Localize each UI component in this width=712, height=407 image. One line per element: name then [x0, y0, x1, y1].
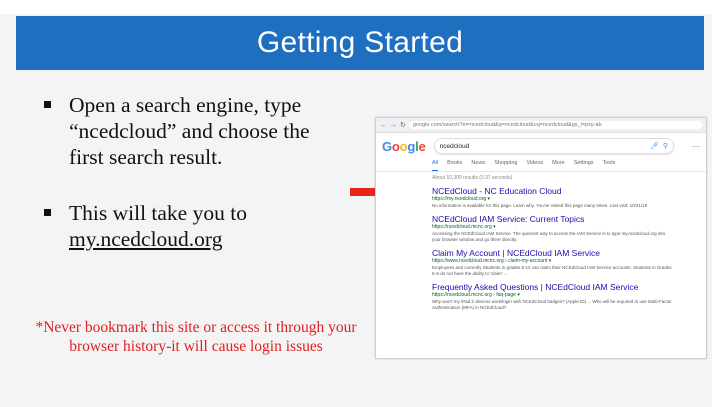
tab-more: More [552, 160, 565, 166]
result-url: https://ncedcloud.mcnc.org ▾ [432, 224, 496, 230]
google-logo: Google [382, 138, 426, 154]
bullet-square-icon [44, 101, 51, 108]
bullet-text: This will take you to my.ncedcloud.org [69, 200, 247, 252]
ncedcloud-link[interactable]: my.ncedcloud.org [69, 227, 222, 251]
search-query: ncedcloud [439, 142, 470, 150]
search-box: ncedcloud 🎤︎ ⚲ [433, 138, 674, 154]
slide-title: Getting Started [256, 26, 464, 59]
bullet-item: Open a search engine, type “ncedcloud” a… [44, 92, 344, 170]
result-snippet: Accessing the NCEdCloud IAM Service. The… [432, 231, 666, 242]
tab-news: News [471, 160, 486, 166]
tab-settings: Settings [573, 160, 594, 166]
search-result: NCEdCloud IAM Service: Current Topics ht… [376, 209, 672, 243]
result-url: https://www.ncedcloud.mcnc.org › claim-m… [432, 258, 552, 264]
search-result: Frequently Asked Questions | NCEdCloud I… [376, 277, 672, 311]
tab-tools: Tools [602, 160, 616, 166]
search-result: NCEdCloud - NC Education Cloud https://m… [376, 181, 672, 209]
forward-icon: → [390, 121, 397, 129]
result-title: Claim My Account | NCEdCloud IAM Service [432, 248, 601, 258]
browser-address-bar: ← → ↻ google.com/search?ei=ncedcloud&q=n… [376, 118, 706, 133]
google-header: Google ncedcloud 🎤︎ ⚲ ⋯ [376, 133, 706, 154]
result-url: https://ncedcloud.mcnc.org › faq-page ▾ [432, 292, 520, 298]
result-title: NCEdCloud IAM Service: Current Topics [432, 214, 585, 224]
bullet-list: Open a search engine, type “ncedcloud” a… [44, 92, 344, 252]
result-snippet: Employees and currently Students in grad… [432, 265, 672, 276]
bullet-square-icon [44, 209, 51, 216]
result-title: NCEdCloud - NC Education Cloud [432, 186, 562, 196]
google-results-screenshot: ← → ↻ google.com/search?ei=ncedcloud&q=n… [375, 117, 707, 359]
bullet-text: Open a search engine, type “ncedcloud” a… [69, 93, 310, 169]
result-snippet: Why won't my iPad 2 devices work/login w… [432, 299, 672, 310]
tab-shopping: Shopping [494, 160, 518, 166]
search-icon: ⚲ [662, 143, 668, 150]
warning-note: *Never bookmark this site or access it t… [35, 319, 357, 355]
result-url: https://my.ncedcloud.org ▾ [432, 196, 491, 202]
apps-grid-icon: ⋯ [692, 141, 700, 151]
mic-icon: 🎤︎ [649, 143, 659, 150]
tab-books: Books [447, 160, 463, 166]
bullet-prefix: This will take you to [69, 201, 247, 225]
url-text: google.com/search?ei=ncedcloud&q=ncedclo… [408, 121, 702, 129]
tab-videos: Videos [526, 160, 544, 166]
back-icon: ← [380, 121, 387, 129]
slide: Getting Started Open a search engine, ty… [0, 0, 712, 407]
search-result: Claim My Account | NCEdCloud IAM Service… [376, 243, 672, 277]
search-tabs: All Books News Shopping Videos More Sett… [376, 154, 706, 172]
bullet-item: This will take you to my.ncedcloud.org [44, 200, 344, 252]
top-band [0, 0, 712, 14]
result-stats: About 10,300 results (0.37 seconds) [432, 175, 513, 181]
tab-all: All [432, 160, 439, 171]
reload-icon: ↻ [400, 122, 406, 129]
title-bar: Getting Started [16, 16, 704, 70]
result-snippet: No information is available for this pag… [432, 203, 648, 208]
result-title: Frequently Asked Questions | NCEdCloud I… [432, 282, 639, 292]
